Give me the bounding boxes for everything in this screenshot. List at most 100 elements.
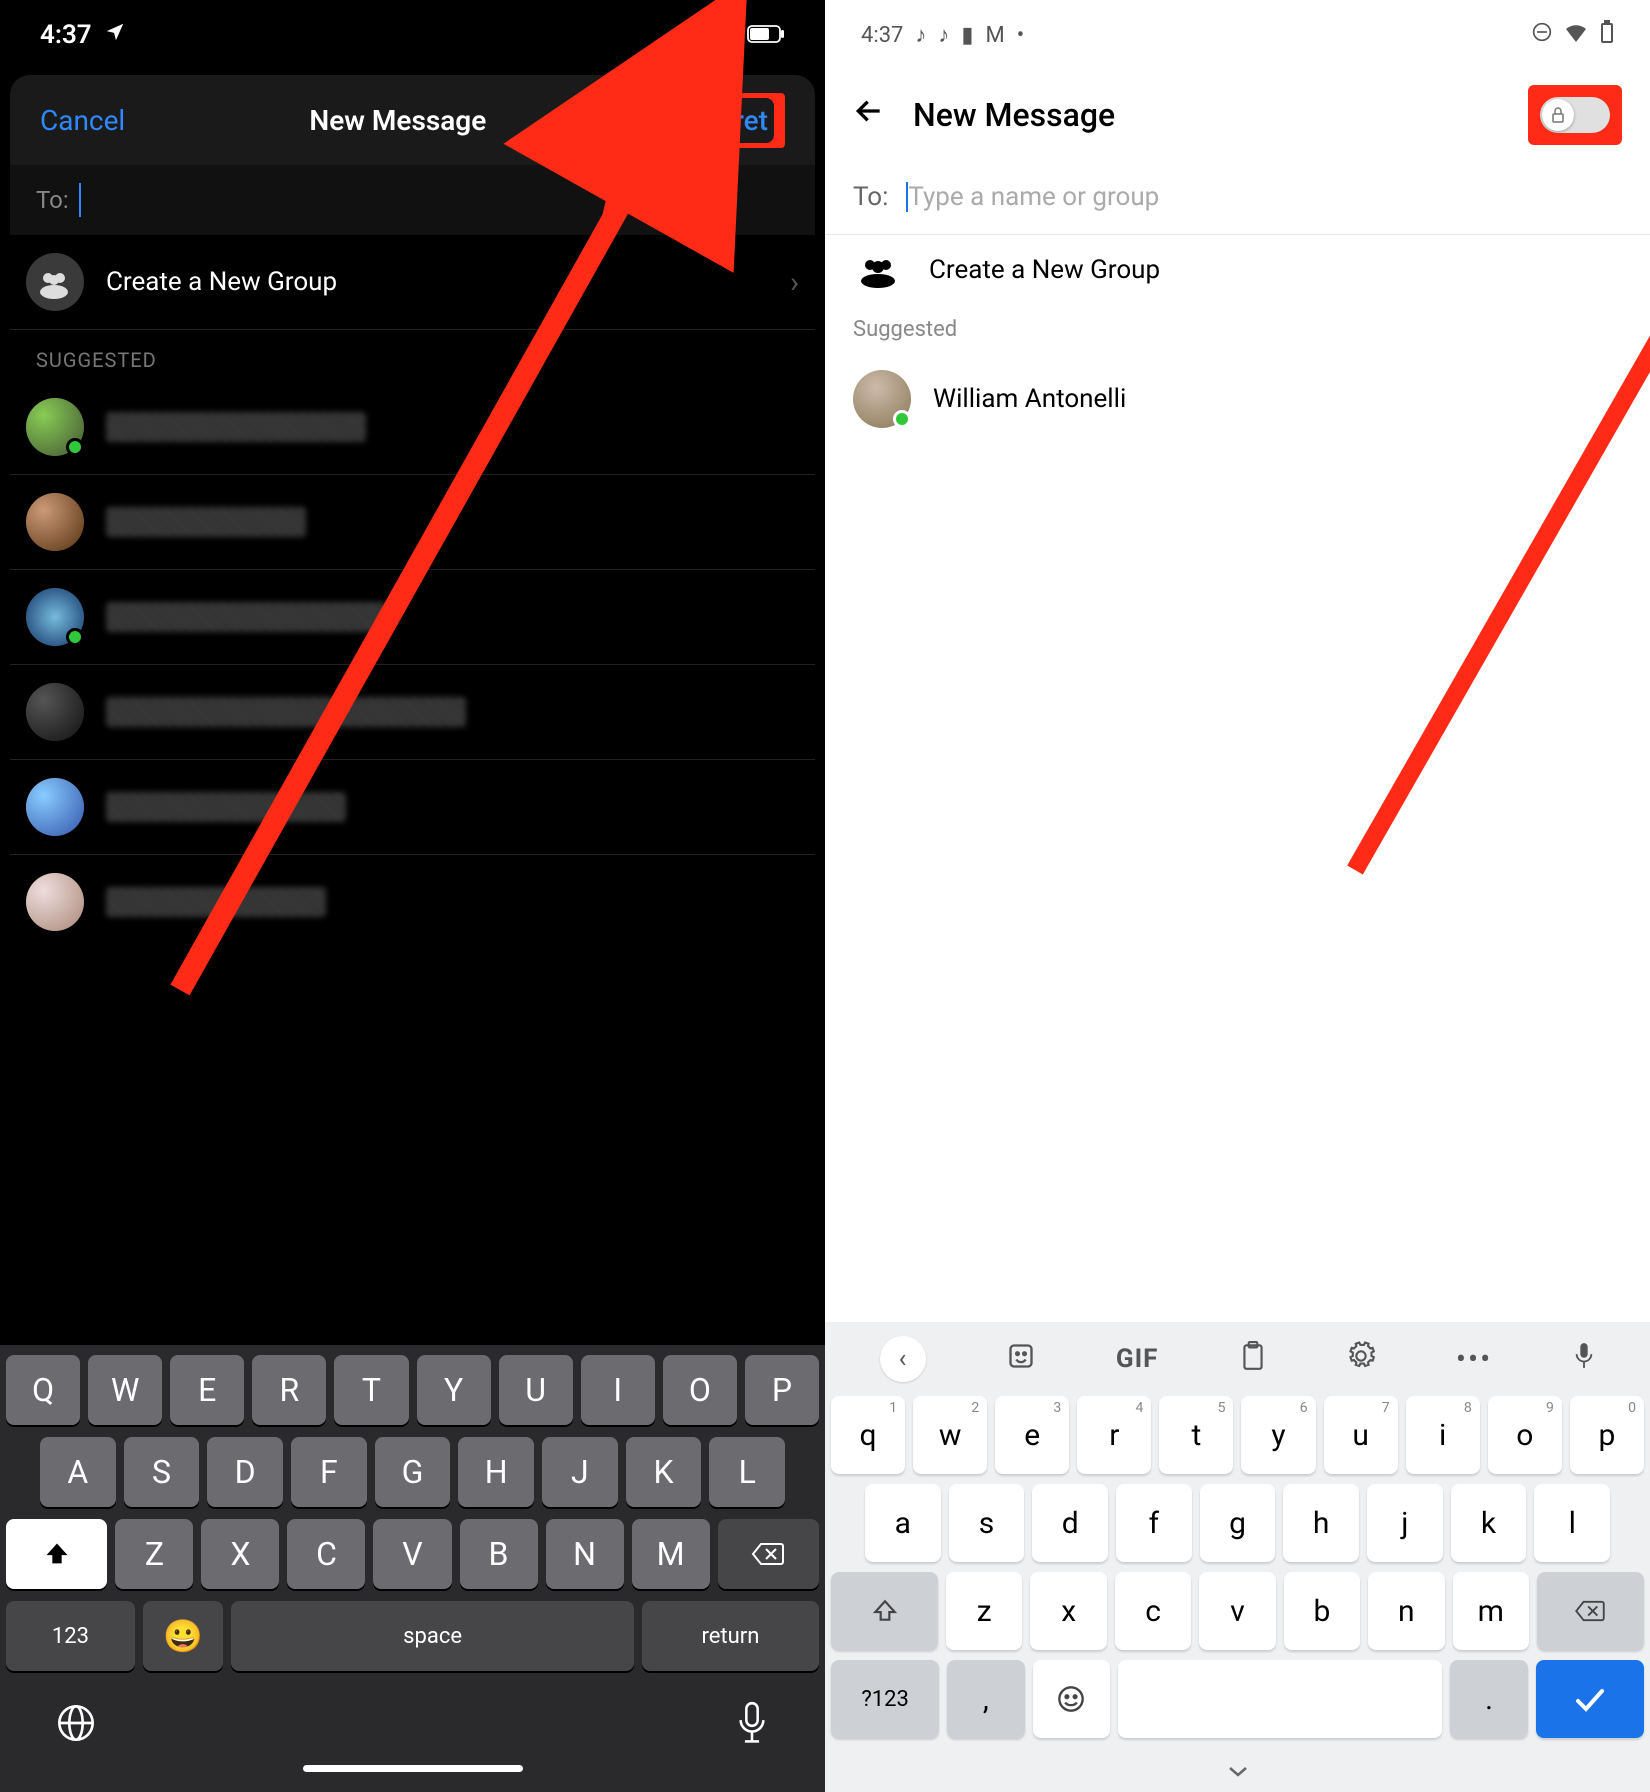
enter-key[interactable]	[1536, 1660, 1644, 1738]
suggested-contact[interactable]	[10, 475, 815, 570]
suggested-contact[interactable]	[10, 665, 815, 760]
key-c[interactable]: c	[1115, 1572, 1191, 1650]
key-t[interactable]: t5	[1159, 1396, 1233, 1474]
key-s[interactable]: s	[949, 1484, 1025, 1562]
mic-icon[interactable]	[1573, 1341, 1595, 1378]
key-x[interactable]: X	[201, 1519, 279, 1589]
mic-icon[interactable]	[735, 1701, 769, 1749]
key-p[interactable]: P	[745, 1355, 819, 1425]
key-v[interactable]: V	[373, 1519, 451, 1589]
key-u[interactable]: U	[499, 1355, 573, 1425]
key-r[interactable]: r4	[1077, 1396, 1151, 1474]
suggested-contact[interactable]	[10, 760, 815, 855]
key-t[interactable]: T	[334, 1355, 408, 1425]
key-p[interactable]: p0	[1570, 1396, 1644, 1474]
key-i[interactable]: I	[581, 1355, 655, 1425]
key-b[interactable]: b	[1284, 1572, 1360, 1650]
keyboard-collapse-chevron[interactable]	[825, 1756, 1650, 1792]
key-e[interactable]: e3	[995, 1396, 1069, 1474]
key-k[interactable]: K	[626, 1437, 702, 1507]
shift-key[interactable]	[831, 1572, 938, 1650]
key-m[interactable]: M	[632, 1519, 710, 1589]
key-z[interactable]: Z	[115, 1519, 193, 1589]
key-n[interactable]: N	[546, 1519, 624, 1589]
return-key[interactable]: return	[642, 1601, 819, 1671]
keyboard-collapse-button[interactable]: ‹	[880, 1336, 926, 1382]
suggested-contact[interactable]	[10, 380, 815, 475]
key-h[interactable]: H	[458, 1437, 534, 1507]
to-placeholder: Type a name or group	[908, 182, 1159, 212]
key-d[interactable]: d	[1032, 1484, 1108, 1562]
backspace-key[interactable]	[718, 1519, 819, 1589]
create-group-row[interactable]: Create a New Group ›	[10, 235, 815, 330]
key-i[interactable]: i8	[1406, 1396, 1480, 1474]
key-c[interactable]: C	[287, 1519, 365, 1589]
emoji-key[interactable]: 😀	[143, 1601, 224, 1671]
suggested-contact[interactable]: William Antonelli	[825, 354, 1650, 444]
key-q[interactable]: q1	[831, 1396, 905, 1474]
comma-key[interactable]: ,	[947, 1660, 1024, 1738]
key-j[interactable]: j	[1367, 1484, 1443, 1562]
key-j[interactable]: J	[542, 1437, 618, 1507]
key-a[interactable]: a	[865, 1484, 941, 1562]
period-key[interactable]: .	[1450, 1660, 1527, 1738]
suggested-contact[interactable]	[10, 855, 815, 949]
key-w[interactable]: w2	[913, 1396, 987, 1474]
key-g[interactable]: G	[375, 1437, 451, 1507]
key-u[interactable]: u7	[1324, 1396, 1398, 1474]
key-a[interactable]: A	[40, 1437, 116, 1507]
backspace-key[interactable]	[1537, 1572, 1644, 1650]
key-z[interactable]: z	[946, 1572, 1022, 1650]
symbols-key[interactable]: ?123	[831, 1660, 939, 1738]
emoji-key[interactable]	[1033, 1660, 1110, 1738]
key-n[interactable]: n	[1368, 1572, 1444, 1650]
back-button[interactable]	[853, 95, 885, 136]
key-o[interactable]: O	[663, 1355, 737, 1425]
key-m[interactable]: m	[1453, 1572, 1529, 1650]
secret-button[interactable]: Secret	[681, 98, 774, 143]
avatar	[26, 683, 84, 741]
key-y[interactable]: y6	[1241, 1396, 1315, 1474]
clipboard-icon[interactable]	[1240, 1341, 1266, 1378]
key-s[interactable]: S	[124, 1437, 200, 1507]
globe-icon[interactable]	[56, 1703, 96, 1747]
secret-toggle[interactable]	[1540, 97, 1610, 133]
key-q[interactable]: Q	[6, 1355, 80, 1425]
gif-button[interactable]: GIF	[1116, 1344, 1159, 1374]
key-l[interactable]: L	[709, 1437, 785, 1507]
key-h[interactable]: h	[1283, 1484, 1359, 1562]
sticker-icon[interactable]	[1007, 1342, 1035, 1377]
group-icon	[26, 253, 84, 311]
key-v[interactable]: v	[1199, 1572, 1275, 1650]
key-g[interactable]: g	[1200, 1484, 1276, 1562]
key-d[interactable]: D	[207, 1437, 283, 1507]
home-indicator[interactable]	[303, 1765, 523, 1772]
numbers-key[interactable]: 123	[6, 1601, 135, 1671]
shift-key[interactable]	[6, 1519, 107, 1589]
key-f[interactable]: F	[291, 1437, 367, 1507]
key-f[interactable]: f	[1116, 1484, 1192, 1562]
create-group-label: Create a New Group	[106, 267, 337, 297]
create-group-row[interactable]: Create a New Group	[825, 235, 1650, 305]
page-title: New Message	[309, 104, 486, 137]
keyboard-row: a s d f g h j k l	[831, 1484, 1644, 1562]
to-field[interactable]: To: Type a name or group	[825, 160, 1650, 235]
key-e[interactable]: E	[170, 1355, 244, 1425]
gmail-icon: M	[986, 23, 1005, 48]
cancel-button[interactable]: Cancel	[40, 104, 125, 137]
key-r[interactable]: R	[252, 1355, 326, 1425]
suggested-contact[interactable]	[10, 570, 815, 665]
online-dot-icon	[66, 628, 84, 646]
key-k[interactable]: k	[1451, 1484, 1527, 1562]
key-b[interactable]: B	[460, 1519, 538, 1589]
key-y[interactable]: Y	[417, 1355, 491, 1425]
key-x[interactable]: x	[1030, 1572, 1106, 1650]
to-field[interactable]: To:	[10, 165, 815, 235]
key-w[interactable]: W	[88, 1355, 162, 1425]
space-key[interactable]	[1118, 1660, 1443, 1738]
key-o[interactable]: o9	[1488, 1396, 1562, 1474]
space-key[interactable]: space	[231, 1601, 634, 1671]
more-icon[interactable]: •••	[1456, 1342, 1492, 1377]
settings-icon[interactable]	[1347, 1342, 1375, 1377]
key-l[interactable]: l	[1534, 1484, 1610, 1562]
